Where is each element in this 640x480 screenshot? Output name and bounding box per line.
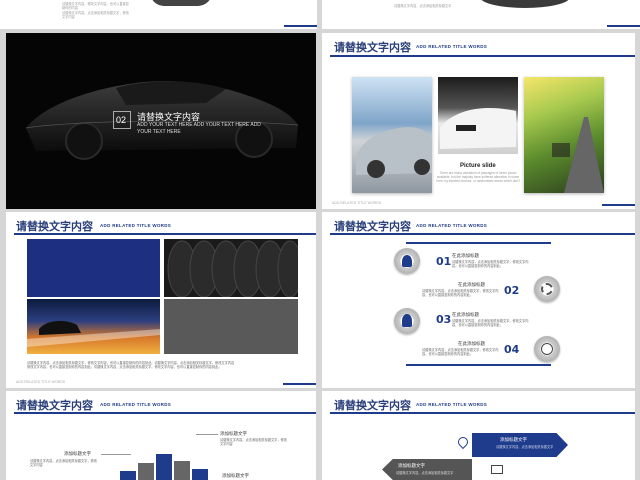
step-text: 请替换文字内容，点击添加相关标题文字，修改文字内容，也可以直接复制你的内容到此。 [422, 348, 499, 357]
slide-body-text: 修改文字内容，也可以直接复制你的内容到此。请替换文字内容，点击添加相关标题文字，… [27, 365, 222, 369]
footer-text: ADD RELATED TITLE WORDS [332, 201, 382, 205]
step-icon-4 [534, 336, 560, 362]
slide-arrows[interactable]: 请替换文字内容 ADD RELATED TITLE WORDS 添加标题文字 请… [322, 391, 635, 480]
bar-label: 添加标题文字 [220, 431, 247, 436]
photo-white-car [438, 77, 518, 154]
slide-text: 请替换文字内容，点击添加相关标题文字，修改文字内容 [62, 11, 129, 20]
slide-text: 请替换文字内容，点击添加相关标题文字 [394, 4, 452, 8]
dark-shape [150, 0, 212, 6]
step-icon-3 [394, 308, 420, 334]
footer-line [284, 25, 317, 27]
slide-subtitle: ADD RELATED TITLE WORDS [416, 44, 488, 49]
step-number: 01 [436, 255, 452, 268]
slide-top-right[interactable]: 请替换文字内容，点击添加相关标题文字 [322, 0, 640, 29]
step-number: 02 [504, 284, 520, 297]
bar-text: 请替换文字内容，点击添加相关标题文字，修改文字内容 [30, 459, 97, 468]
footer-line [607, 25, 640, 27]
slide-title: 请替换文字内容 [334, 41, 411, 54]
title-underline [14, 233, 316, 235]
footer-text: ADD RELATED TITLE WORDS [16, 380, 66, 384]
slide-subtitle: ADD RELATED TITLE WORDS [100, 402, 172, 407]
photo-silver-car [352, 77, 432, 193]
title-underline [330, 412, 635, 414]
photo-speed-car [27, 299, 160, 354]
slide-title: 请替换文字内容 [334, 399, 411, 412]
user-group-icon [402, 255, 412, 267]
location-pin-icon [455, 434, 471, 450]
bar-label: 添加标题文字 [64, 451, 91, 456]
slide-title: 请替换文字内容 [16, 399, 93, 412]
connector-line [196, 434, 218, 435]
step-icon-1 [394, 248, 420, 274]
title-underline [330, 55, 635, 57]
section-subtitle: YOUR TEXT HERE [137, 129, 181, 135]
step-text: 请替换文字内容，点击添加相关标题文字，修改文字内容，也可以直接复制你的内容到此。 [422, 289, 499, 298]
slide-title: 请替换文字内容 [334, 220, 411, 233]
slide-thumbnail-grid: 请替换文字内容，修改文字内容，也可以直接复制你的内容 请替换文字内容，点击添加相… [0, 0, 640, 480]
blue-block [27, 239, 160, 297]
slide-text: 请替换文字内容，修改文字内容，也可以直接复制你的内容 [62, 2, 129, 11]
section-number: 02 [116, 115, 127, 125]
bar [120, 471, 136, 480]
slide-subtitle: ADD RELATED TITLE WORDS [416, 402, 488, 407]
step-number: 04 [504, 343, 520, 356]
arrow-text: 请替换文字内容，点击添加相关标题文字 [396, 471, 454, 475]
slide-tires[interactable]: 请替换文字内容 ADD RELATED TITLE WORDS 请替换文字内容，… [6, 212, 316, 388]
bar [156, 454, 172, 480]
gray-block [164, 299, 298, 354]
arrow-label: 添加标题文字 [500, 437, 527, 442]
footer-line [283, 383, 316, 385]
photo-tires [164, 239, 298, 297]
slide-top-left[interactable]: 请替换文字内容，修改文字内容，也可以直接复制你的内容 请替换文字内容，点击添加相… [0, 0, 317, 29]
bar-text: 请替换文字内容，点击添加相关标题文字，修改文字内容 [220, 438, 287, 447]
step-label: 在此添加标题 [458, 282, 485, 287]
step-label: 在此添加标题 [458, 341, 485, 346]
gear-icon [541, 283, 553, 295]
step-bar [406, 364, 551, 366]
slide-car-dark[interactable]: 02 请替换文字内容 ADD YOUR TEXT HERE ADD YOUR T… [6, 33, 316, 209]
step-icon-2 [534, 276, 560, 302]
slide-subtitle: ADD RELATED TITLE WORDS [416, 223, 488, 228]
arrow-text: 请替换文字内容，点击添加相关标题文字 [496, 445, 554, 449]
person-icon [402, 314, 412, 327]
slide-subtitle: ADD RELATED TITLE WORDS [100, 223, 172, 228]
stopwatch-icon [541, 343, 553, 355]
picture-caption-title: Picture slide [460, 163, 496, 169]
photo-road-car [524, 77, 604, 193]
connector-line [101, 454, 131, 455]
dark-ellipse [480, 0, 570, 8]
arrow-label: 添加标题文字 [398, 463, 425, 468]
step-text: 请替换文字内容，点击添加相关标题文字，修改文字内容，也可以直接复制你的内容到此。 [452, 319, 529, 328]
slide-bars[interactable]: 请替换文字内容 ADD RELATED TITLE WORDS 添加标题文字 请… [6, 391, 316, 480]
slide-steps[interactable]: 请替换文字内容 ADD RELATED TITLE WORDS 01 在此添加标… [322, 212, 635, 388]
step-label: 在此添加标题 [452, 312, 479, 317]
section-subtitle: ADD YOUR TEXT HERE ADD YOUR TEXT HERE AD… [137, 122, 261, 128]
bar [138, 463, 154, 480]
arrow-gray [382, 459, 472, 480]
title-underline [330, 233, 635, 235]
step-label: 在此添加标题 [452, 253, 479, 258]
step-number: 03 [436, 313, 452, 326]
bar-label: 添加标题文字 [222, 473, 249, 478]
footer-line [602, 204, 635, 206]
slide-photos[interactable]: 请替换文字内容 ADD RELATED TITLE WORDS Picture … [322, 33, 635, 209]
step-text: 请替换文字内容，点击添加相关标题文字，修改文字内容，也可以直接复制你的内容到此。 [452, 260, 529, 269]
monitor-icon [491, 465, 503, 474]
bar [174, 461, 190, 480]
title-underline [14, 412, 316, 414]
slide-title: 请替换文字内容 [16, 220, 93, 233]
bar [192, 469, 208, 480]
step-bar [406, 242, 551, 244]
picture-caption-text: There are many variations of passages of… [436, 171, 520, 184]
